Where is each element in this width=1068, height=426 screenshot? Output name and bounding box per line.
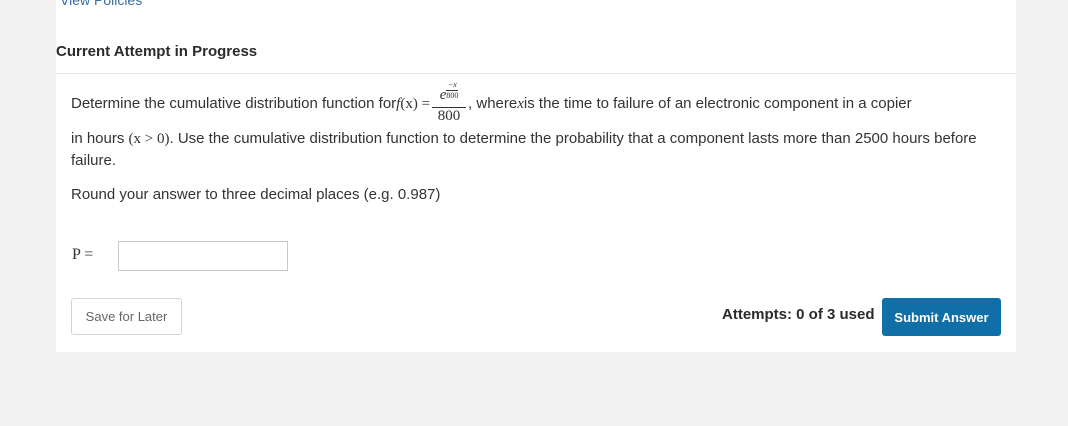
submit-answer-button[interactable]: Submit Answer <box>882 298 1001 336</box>
density-fraction: e −x 800 800 <box>432 80 467 124</box>
divider <box>56 73 1016 74</box>
question-line-1: Determine the cumulative distribution fu… <box>71 80 1006 128</box>
exponent-bottom: 800 <box>446 90 459 100</box>
question-line2-prefix: in hours <box>71 130 129 147</box>
domain-condition: (x > 0) <box>128 131 170 147</box>
view-policies-link[interactable]: View Policies <box>60 0 142 8</box>
rounding-instructions: Round your answer to three decimal place… <box>71 186 441 203</box>
question-text: Determine the cumulative distribution fu… <box>71 80 1006 172</box>
save-for-later-button[interactable]: Save for Later <box>71 298 182 335</box>
attempts-counter: Attempts: 0 of 3 used <box>722 306 875 323</box>
variable-x: x <box>517 96 524 112</box>
exponent-top: −x <box>447 79 457 89</box>
answer-input[interactable] <box>118 241 288 271</box>
question-card: View Policies Current Attempt in Progres… <box>56 0 1016 352</box>
fraction-denominator: 800 <box>437 107 461 124</box>
question-line2-suffix: . Use the cumulative distribution functi… <box>71 130 977 169</box>
answer-label: P = <box>72 246 94 263</box>
numerator-exponent: −x 800 <box>446 79 459 100</box>
fraction-numerator: e −x 800 <box>438 80 461 107</box>
question-line-2: in hours (x > 0). Use the cumulative dis… <box>71 128 1006 172</box>
function-argument: (x) = <box>400 96 431 112</box>
question-tail: is the time to failure of an electronic … <box>523 95 912 112</box>
question-prefix: Determine the cumulative distribution fu… <box>71 95 397 112</box>
question-suffix: , where <box>468 95 518 112</box>
section-title: Current Attempt in Progress <box>56 43 258 60</box>
numerator-base: e <box>439 86 447 103</box>
